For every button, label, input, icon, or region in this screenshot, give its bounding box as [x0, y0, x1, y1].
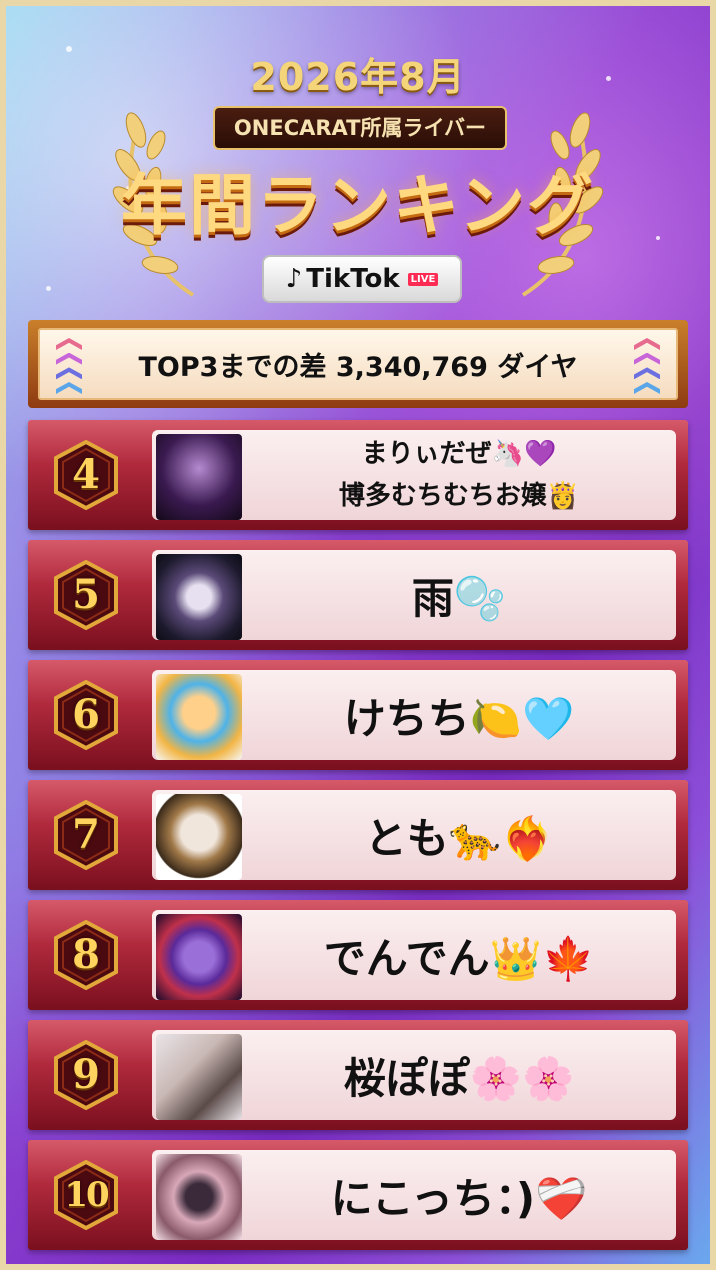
streamer-card: とも🐆❤️‍🔥: [152, 790, 676, 880]
avatar: [156, 434, 242, 520]
avatar: [156, 1034, 242, 1120]
avatar: [156, 674, 242, 760]
ranking-row: 10 にこっち：)❤️‍🩹: [28, 1140, 688, 1250]
rank-number: 7: [72, 811, 100, 858]
ranking-title: 年間ランキング: [120, 167, 596, 244]
agency-label: ONECARAT所属ライバー: [213, 106, 507, 150]
streamer-name: 桜ぽぽ🌸🌸: [343, 1053, 575, 1103]
ranking-row: 5 雨🫧: [28, 540, 688, 650]
year-month-heading: 2026年8月: [250, 55, 466, 99]
platform-name: TikTok: [306, 264, 400, 294]
gap-banner-inner: TOP3までの差 3,340,769 ダイヤ: [38, 328, 678, 400]
streamer-card: 桜ぽぽ🌸🌸: [152, 1030, 676, 1120]
tiktok-note-icon: ♪: [285, 264, 303, 294]
streamer-card: まりぃだぜ🦄💜 博多むちむちお嬢👸: [152, 430, 676, 520]
streamer-name: けちち🍋🩵: [343, 693, 575, 743]
streamer-card: にこっち：)❤️‍🩹: [152, 1150, 676, 1240]
avatar: [156, 1154, 242, 1240]
sparkle: [46, 286, 51, 291]
rank-number: 9: [72, 1051, 100, 1098]
rank-number: 8: [72, 931, 100, 978]
gap-banner: TOP3までの差 3,340,769 ダイヤ: [28, 320, 688, 408]
avatar: [156, 914, 242, 1000]
ranking-row: 6 けちち🍋🩵: [28, 660, 688, 770]
streamer-card: でんでん👑🍁: [152, 910, 676, 1000]
streamer-name: にこっち：)❤️‍🩹: [330, 1173, 588, 1223]
ranking-row: 4 まりぃだぜ🦄💜 博多むちむちお嬢👸: [28, 420, 688, 530]
streamer-name: まりぃだぜ🦄💜 博多むちむちお嬢👸: [252, 430, 666, 520]
streamer-name-line1: まりぃだぜ🦄💜: [361, 439, 557, 469]
rank-number: 4: [72, 451, 100, 498]
gap-text: TOP3までの差 3,340,769 ダイヤ: [138, 351, 578, 383]
rank-number: 10: [64, 1175, 109, 1215]
ranking-row: 7 とも🐆❤️‍🔥: [28, 780, 688, 890]
streamer-name: でんでん👑🍁: [323, 933, 595, 983]
streamer-card: けちち🍋🩵: [152, 670, 676, 760]
live-badge: LIVE: [407, 272, 439, 286]
ranking-row: 9 桜ぽぽ🌸🌸: [28, 1020, 688, 1130]
streamer-card: 雨🫧: [152, 550, 676, 640]
avatar: [156, 794, 242, 880]
tiktok-live-logo: ♪ TikTok LIVE: [262, 255, 462, 303]
streamer-name: 雨🫧: [411, 573, 507, 623]
chevron-up-icon: [56, 338, 82, 394]
rank-number: 6: [72, 691, 100, 738]
rank-number: 5: [72, 571, 100, 618]
streamer-name: とも🐆❤️‍🔥: [364, 813, 554, 863]
ranking-row: 8 でんでん👑🍁: [28, 900, 688, 1010]
streamer-name-line2: 博多むちむちお嬢👸: [338, 481, 580, 511]
chevron-up-icon: [634, 338, 660, 394]
avatar: [156, 554, 242, 640]
